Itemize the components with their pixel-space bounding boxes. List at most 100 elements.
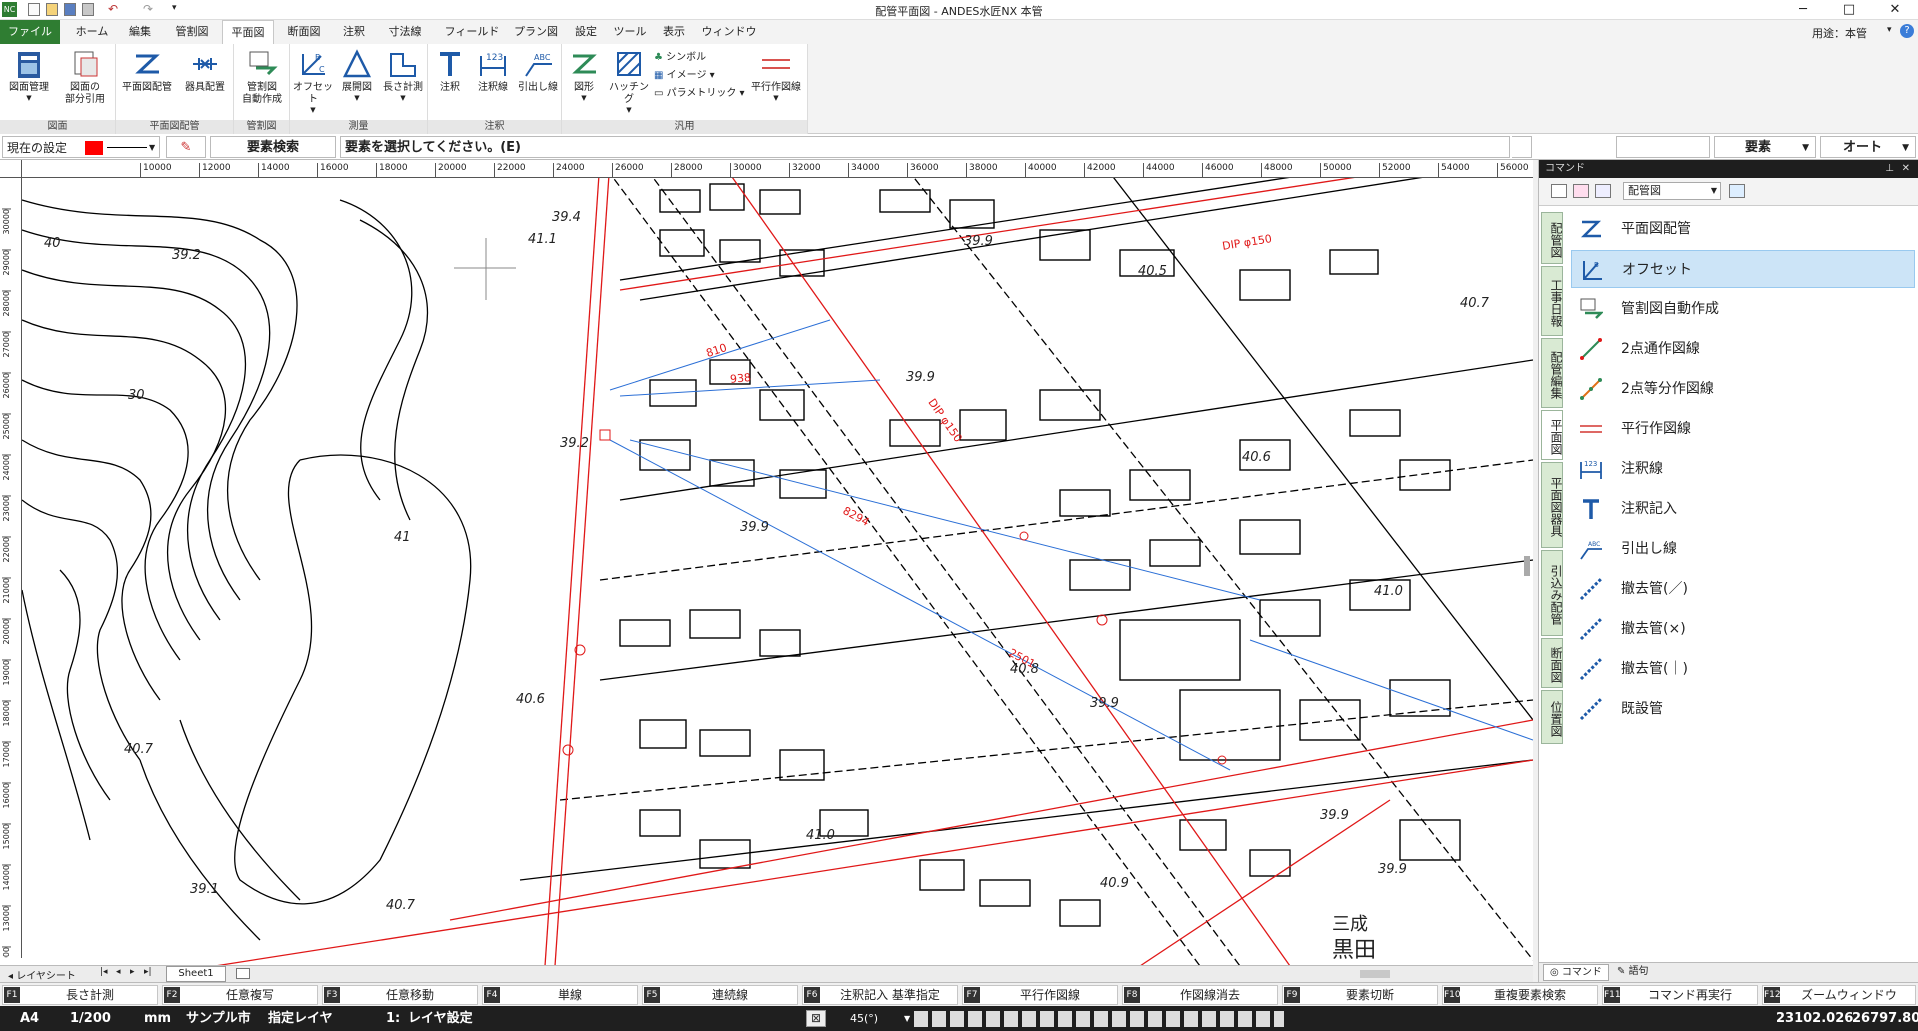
command-annotation-line[interactable]: 123 注釈線 [1571, 450, 1915, 488]
fixture-place-button[interactable]: 器具配置 [178, 48, 232, 94]
fkey-f5[interactable]: F5 連続線 [642, 985, 798, 1005]
fkey-f2[interactable]: F2 任意複写 [162, 985, 318, 1005]
fkey-f6[interactable]: F6 注釈記入 基準指定 [802, 985, 958, 1005]
sheet-nav-next-icon[interactable]: ▸ [130, 967, 135, 977]
menu-section[interactable]: 断面図 [278, 20, 330, 44]
usage-label[interactable]: 用途：本管 [1812, 25, 1867, 41]
menu-dimension[interactable]: 寸法線 [378, 20, 432, 44]
layer-sheet-tab[interactable]: ◂ レイヤシート [8, 967, 76, 982]
help-icon[interactable]: ? [1900, 24, 1914, 38]
length-measure-button[interactable]: 長さ計測 ▼ [380, 48, 426, 102]
panel-tool-edit-icon[interactable] [1595, 184, 1611, 198]
angle-lock-icon[interactable]: ⊠ [806, 1010, 826, 1027]
command-two-point-line[interactable]: 2点通作図線 [1571, 330, 1915, 368]
menu-tools[interactable]: ツール [610, 20, 650, 44]
vtab-work-report[interactable]: 工事日報 [1541, 266, 1563, 336]
command-removed-pipe-cross[interactable]: 撤去管(×) [1571, 610, 1915, 648]
auto-pipe-split-button[interactable]: 管割図 自動作成 [236, 48, 288, 106]
image-button[interactable]: ▦ イメージ ▾ [654, 68, 715, 83]
command-two-point-divide[interactable]: 2点等分作図線 [1571, 370, 1915, 408]
pen-icon[interactable]: ✎ [166, 136, 206, 158]
add-sheet-icon[interactable] [236, 968, 250, 979]
panel-tool-delete-icon[interactable] [1573, 184, 1589, 198]
snap-toolbar-icons[interactable] [914, 1011, 1284, 1027]
ribbon-collapse-icon[interactable]: ▾ [1887, 25, 1892, 35]
symbol-button[interactable]: ♣ シンボル [654, 50, 706, 65]
panel-category-dropdown[interactable]: 配管図 ▼ [1623, 182, 1721, 200]
drawing-manage-button[interactable]: 図面管理 ▼ [4, 48, 54, 102]
vtab-service-pipe[interactable]: 引込み配管 [1541, 550, 1563, 636]
menu-view[interactable]: 表示 [654, 20, 694, 44]
angle-dropdown-icon[interactable]: ▼ [904, 1014, 910, 1023]
offset-button[interactable]: BC オフセット ▼ [292, 48, 334, 114]
prompt-extra-field[interactable] [1616, 136, 1710, 158]
color-swatch[interactable] [85, 141, 103, 155]
auto-dropdown[interactable]: オート ▼ [1820, 136, 1916, 158]
command-parallel-line[interactable]: 平行作図線 [1571, 410, 1915, 448]
maximize-button[interactable]: □ [1826, 0, 1872, 20]
line-style-dropdown-icon[interactable]: ▼ [149, 137, 155, 159]
layer-number[interactable]: 1: [386, 1006, 400, 1031]
horizontal-scrollbar-thumb[interactable] [1360, 970, 1390, 978]
command-plan-pipe[interactable]: 平面図配管 [1571, 210, 1915, 248]
parallel-line-button[interactable]: 平行作図線 ▼ [746, 48, 806, 102]
command-existing-pipe[interactable]: 既設管 [1571, 690, 1915, 728]
leader-line-button[interactable]: ABC 引出し線 [516, 48, 560, 94]
fkey-f3[interactable]: F3 任意移動 [322, 985, 478, 1005]
menu-file[interactable]: ファイル [0, 20, 60, 44]
annotation-line-button[interactable]: 123 注釈線 [472, 48, 514, 94]
drawing-canvas[interactable]: 39.4 41.1 39.2 40 30 39.2 41 40.6 40.7 3… [0, 160, 1533, 966]
menu-settings[interactable]: 設定 [568, 20, 604, 44]
vtab-plan-fixture[interactable]: 平面図器具 [1541, 462, 1563, 548]
panel-tool-new-icon[interactable] [1551, 184, 1567, 198]
menu-edit[interactable]: 編集 [118, 20, 162, 44]
paper-size[interactable]: A4 [20, 1006, 39, 1031]
line-style-icon[interactable] [107, 147, 147, 148]
angle-value[interactable]: 45(°) [850, 1006, 878, 1031]
sheet-nav-last-icon[interactable]: ▸| [144, 967, 152, 977]
fkey-f1[interactable]: F1 長さ計測 [2, 985, 158, 1005]
layer-mode[interactable]: 指定レイヤ [268, 1006, 333, 1031]
minimize-button[interactable]: ─ [1780, 0, 1826, 20]
plan-pipe-button[interactable]: 平面図配管 [118, 48, 176, 94]
bottom-tab-command[interactable]: ◎ コマンド [1543, 964, 1609, 981]
close-button[interactable]: ✕ [1872, 0, 1918, 20]
fkey-f12[interactable]: F12 ズームウィンドウ [1762, 985, 1916, 1005]
fkey-f10[interactable]: F10 重複要素検索 [1442, 985, 1598, 1005]
menu-home[interactable]: ホーム [66, 20, 118, 44]
vtab-pipe-edit[interactable]: 配管編集 [1541, 338, 1563, 408]
drawing-scale[interactable]: 1/200 [70, 1006, 111, 1031]
menu-field[interactable]: フィールド [440, 20, 504, 44]
layer-setting[interactable]: レイヤ設定 [408, 1006, 473, 1031]
fkey-f4[interactable]: F4 単線 [482, 985, 638, 1005]
command-auto-pipe-split[interactable]: 管割図自動作成 [1571, 290, 1915, 328]
panel-close-icon[interactable]: ✕ [1902, 160, 1910, 178]
hatching-button[interactable]: ハッチング ▼ [606, 48, 652, 114]
fkey-f9[interactable]: F9 要素切断 [1282, 985, 1438, 1005]
command-annotation-text[interactable]: 注釈記入 [1571, 490, 1915, 528]
element-dropdown[interactable]: 要素 ▼ [1714, 136, 1816, 158]
command-removed-pipe-slash[interactable]: 撤去管(／) [1571, 570, 1915, 608]
partial-reference-button[interactable]: 図面の 部分引用 [58, 48, 112, 106]
vtab-section[interactable]: 断面図 [1541, 638, 1563, 688]
current-setting[interactable]: 現在の設定 ▼ [2, 136, 160, 158]
vtab-location[interactable]: 位置図 [1541, 690, 1563, 744]
development-view-button[interactable]: 展開図 ▼ [336, 48, 378, 102]
scroll-splitter[interactable] [1524, 556, 1530, 576]
menu-pipe-split[interactable]: 管割図 [166, 20, 218, 44]
panel-tool-list-icon[interactable] [1729, 184, 1745, 198]
vtab-plan[interactable]: 平面図 [1541, 410, 1563, 460]
element-search-button[interactable]: 要素検索 [210, 136, 336, 158]
sheet-nav-prev-icon[interactable]: ◂ [116, 967, 121, 977]
fkey-f11[interactable]: F11 コマンド再実行 [1602, 985, 1758, 1005]
sheet-tab-sheet1[interactable]: Sheet1 [166, 966, 226, 982]
command-offset[interactable]: B オフセット [1571, 250, 1915, 288]
fkey-f7[interactable]: F7 平行作図線 [962, 985, 1118, 1005]
sheet-nav-first-icon[interactable]: |◂ [100, 967, 108, 977]
parametric-button[interactable]: ▭ パラメトリック ▾ [654, 86, 745, 101]
menu-plan[interactable]: 平面図 [222, 20, 274, 44]
menu-annotation[interactable]: 注釈 [334, 20, 374, 44]
panel-pin-icon[interactable]: ⊥ [1885, 160, 1894, 178]
menu-plan-drawing[interactable]: プラン図 [508, 20, 564, 44]
fkey-f8[interactable]: F8 作図線消去 [1122, 985, 1278, 1005]
